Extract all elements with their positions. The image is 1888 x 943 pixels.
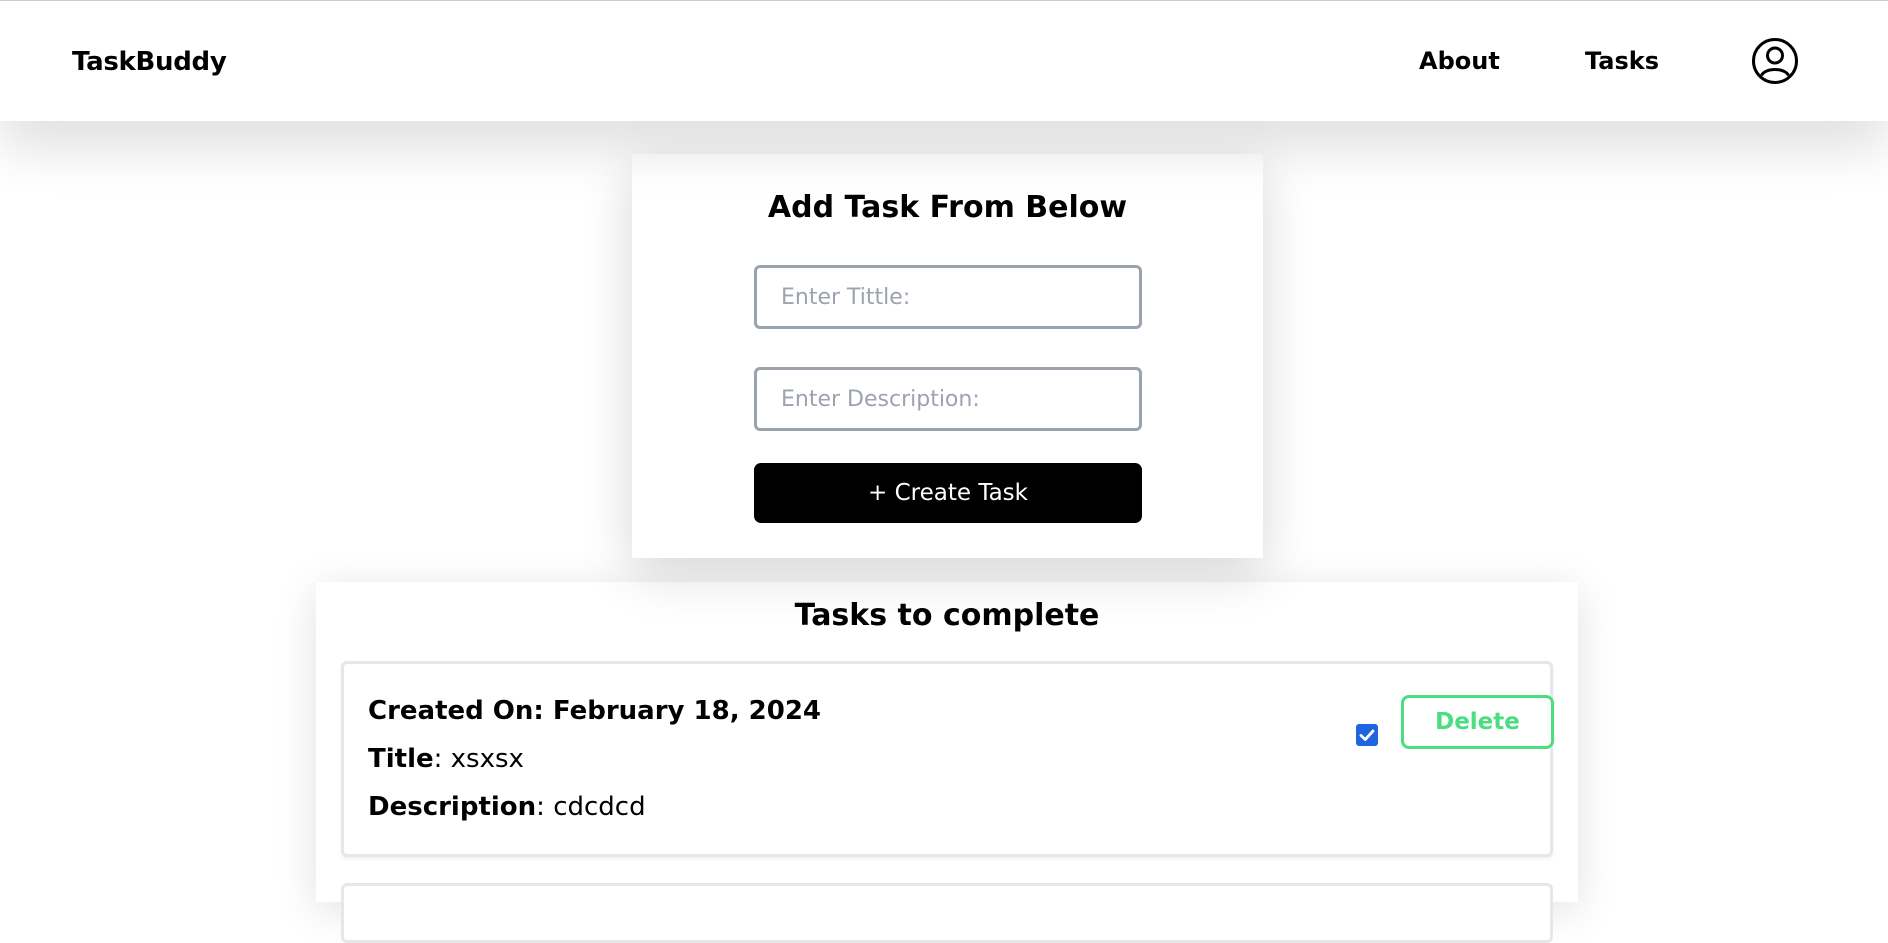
task-list-heading: Tasks to complete <box>794 598 1100 633</box>
task-title-line: Title: xsxsx <box>368 744 524 774</box>
task-item <box>341 883 1553 943</box>
task-title-input[interactable] <box>754 265 1142 329</box>
checkmark-icon <box>1359 729 1375 741</box>
nav-link-about[interactable]: About <box>1419 47 1500 75</box>
task-description-value: : cdcdcd <box>536 792 646 822</box>
task-title-value: : xsxsx <box>433 744 524 774</box>
brand-logo[interactable]: TaskBuddy <box>72 47 227 77</box>
task-list-card: Tasks to complete Created On: February 1… <box>316 582 1578 943</box>
task-item: Created On: February 18, 2024 Title: xsx… <box>341 661 1554 857</box>
nav-link-tasks[interactable]: Tasks <box>1585 47 1659 75</box>
delete-task-button[interactable]: Delete <box>1401 695 1554 749</box>
task-complete-checkbox[interactable] <box>1356 724 1378 746</box>
task-description-line: Description: cdcdcd <box>368 792 646 822</box>
create-task-button[interactable]: + Create Task <box>754 463 1142 523</box>
navbar: TaskBuddy About Tasks <box>0 1 1888 121</box>
task-title-label: Title <box>368 744 434 774</box>
add-task-card: Add Task From Below + Create Task <box>632 154 1263 558</box>
user-circle-icon[interactable] <box>1751 37 1799 85</box>
task-description-input[interactable] <box>754 367 1142 431</box>
add-task-heading: Add Task From Below <box>767 190 1128 225</box>
task-created-date: Created On: February 18, 2024 <box>368 696 821 726</box>
task-description-label: Description <box>368 792 537 822</box>
